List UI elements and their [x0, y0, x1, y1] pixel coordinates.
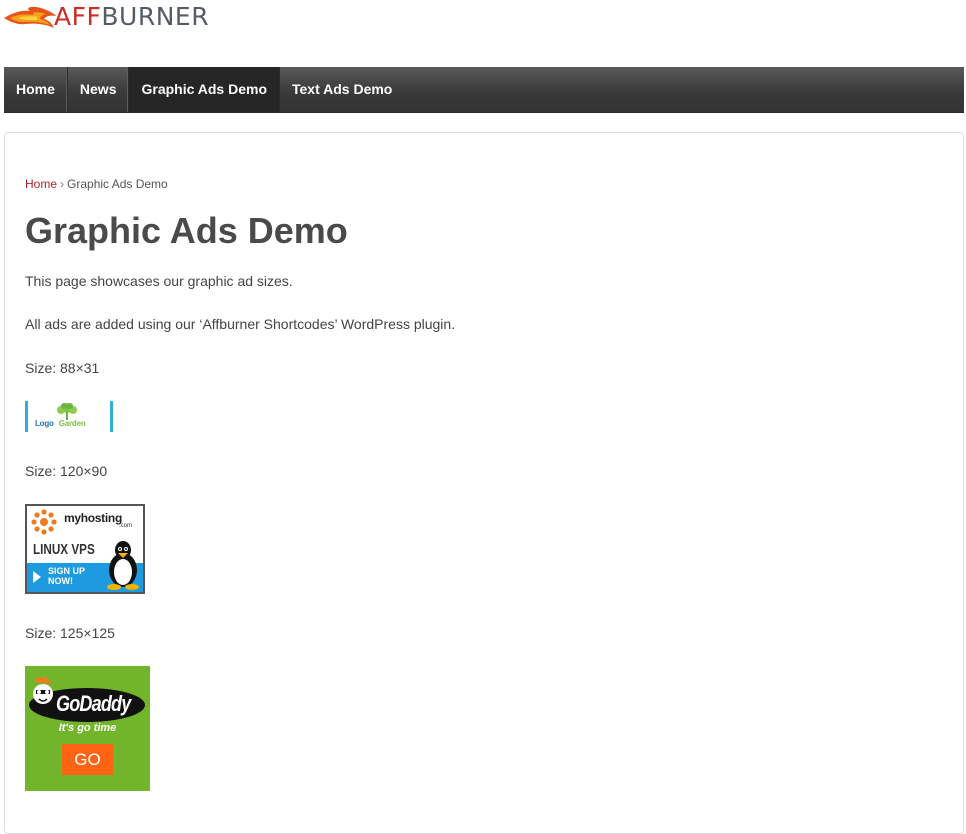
intro-text: This page showcases our graphic ad sizes…: [25, 273, 293, 289]
logo-garden-wordmark: Logo Garden: [35, 419, 86, 428]
logo-text: AFFBURNER: [54, 3, 209, 31]
breadcrumb-home-link[interactable]: Home: [25, 177, 57, 191]
logo-garden-word-garden: Garden: [58, 419, 86, 428]
myhosting-brand: myhosting: [64, 511, 122, 525]
size-label-120x90: Size: 120×90: [25, 463, 108, 479]
plugin-note-text: All ads are added using our ‘Affburner S…: [25, 316, 456, 332]
myhosting-cta-line1: SIGN UP: [48, 566, 86, 576]
ad-banner-120x90[interactable]: myhosting .com LINUX VPS SIGN UP NOW!: [25, 504, 145, 594]
nav-item-news[interactable]: News: [68, 67, 130, 112]
logo-garden-word-logo: Logo: [35, 419, 54, 428]
godaddy-go-button[interactable]: GO: [62, 744, 113, 775]
breadcrumb: Home › Graphic Ads Demo: [25, 177, 168, 191]
nav-item-home[interactable]: Home: [4, 67, 68, 112]
nav-item-graphic-ads-demo[interactable]: Graphic Ads Demo: [129, 67, 280, 112]
myhosting-cta-line2: NOW!: [48, 576, 73, 586]
logo-text-burner: BURNER: [101, 2, 210, 31]
godaddy-tagline: It's go time: [58, 722, 117, 734]
flame-icon: [4, 6, 56, 28]
myhosting-product: LINUX VPS: [33, 541, 95, 558]
nav-item-text-ads-demo[interactable]: Text Ads Demo: [280, 67, 404, 112]
size-label-88x31: Size: 88×31: [25, 360, 100, 376]
myhosting-brand-suffix: .com: [119, 523, 133, 529]
site-logo[interactable]: AFFBURNER: [4, 2, 209, 32]
breadcrumb-current: Graphic Ads Demo: [67, 177, 168, 191]
myhosting-cta: SIGN UP NOW!: [48, 566, 85, 586]
godaddy-brand: GoDaddy: [56, 691, 131, 716]
page-title: Graphic Ads Demo: [25, 210, 348, 251]
godaddy-mascot-icon: [33, 676, 53, 704]
logo-text-aff: AFF: [54, 2, 102, 31]
breadcrumb-separator: ›: [60, 177, 65, 191]
ad-banner-125x125[interactable]: GoDaddy It's go time GO: [25, 666, 150, 791]
play-arrow-icon: [33, 571, 41, 583]
sunburst-icon: [31, 509, 57, 535]
main-nav: Home News Graphic Ads Demo Text Ads Demo: [4, 67, 964, 113]
penguin-icon: [107, 541, 139, 590]
content-area: Home › Graphic Ads Demo Graphic Ads Demo T…: [4, 132, 964, 834]
size-label-125x125: Size: 125×125: [25, 625, 115, 641]
ad-banner-88x31[interactable]: Logo Garden: [25, 401, 113, 432]
